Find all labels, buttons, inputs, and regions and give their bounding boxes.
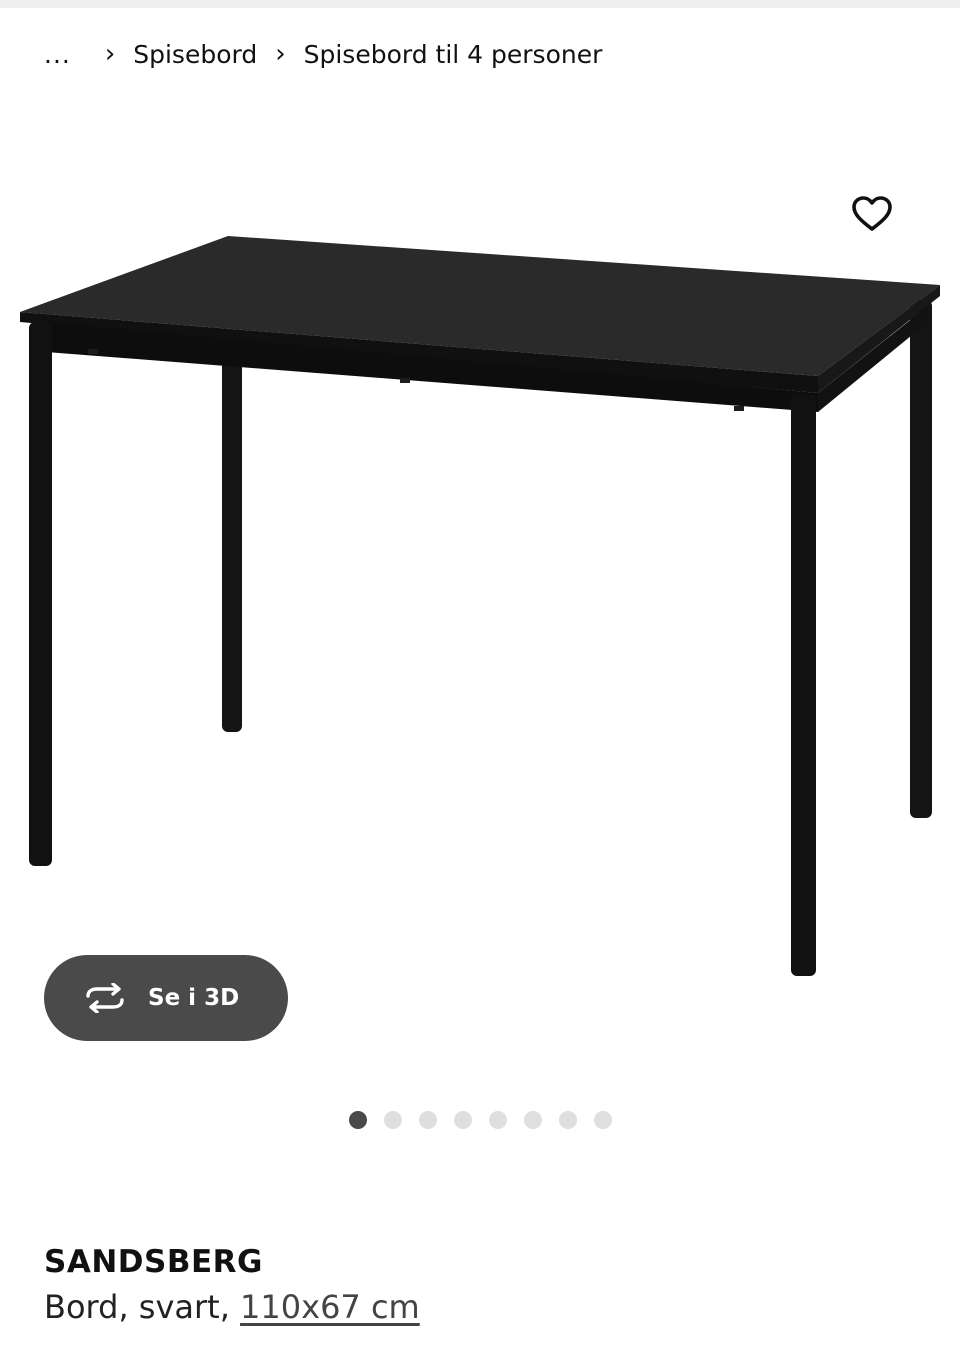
table-fixing	[400, 378, 410, 383]
breadcrumb: ... › Spisebord › Spisebord til 4 person…	[44, 36, 602, 72]
product-description-text: Bord, svart,	[44, 1288, 241, 1326]
carousel-dot-8[interactable]	[594, 1111, 612, 1129]
carousel-dot-1[interactable]	[349, 1111, 367, 1129]
see-in-3d-button[interactable]: Se i 3D	[44, 955, 288, 1041]
carousel-dot-7[interactable]	[559, 1111, 577, 1129]
product-description: Bord, svart, 110x67 cm	[44, 1288, 420, 1326]
table-leg-front-right	[791, 395, 816, 976]
carousel-dot-2[interactable]	[384, 1111, 402, 1129]
table-leg-back-right	[910, 300, 932, 818]
carousel-dot-3[interactable]	[419, 1111, 437, 1129]
chevron-right-icon: ›	[275, 39, 286, 69]
table-fixing	[734, 406, 744, 411]
table-fixing	[88, 349, 98, 354]
carousel-dot-4[interactable]	[454, 1111, 472, 1129]
product-name: SANDSBERG	[44, 1244, 263, 1280]
breadcrumb-item-spisebord-4-personer[interactable]: Spisebord til 4 personer	[304, 40, 603, 69]
product-image[interactable]	[0, 150, 960, 1050]
carousel-dot-6[interactable]	[524, 1111, 542, 1129]
breadcrumb-ellipsis[interactable]: ...	[44, 40, 71, 69]
carousel-dot-5[interactable]	[489, 1111, 507, 1129]
carousel-dots	[349, 1111, 612, 1129]
see-in-3d-label: Se i 3D	[148, 985, 240, 1011]
breadcrumb-item-spisebord[interactable]: Spisebord	[133, 40, 257, 69]
rotate-3d-icon	[86, 983, 124, 1013]
heart-outline-icon	[852, 196, 892, 231]
top-strip	[0, 0, 960, 8]
chevron-right-icon: ›	[104, 39, 116, 69]
table-leg-front-left	[29, 322, 52, 866]
favourite-button[interactable]	[846, 188, 898, 240]
table-leg-back-left	[222, 360, 242, 732]
product-size-link[interactable]: 110x67 cm	[240, 1288, 420, 1326]
